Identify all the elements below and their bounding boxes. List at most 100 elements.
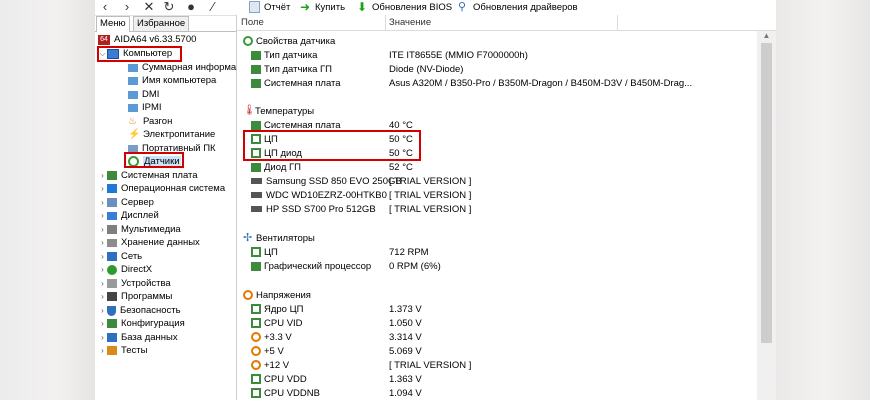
table-row[interactable]: WDC WD10EZRZ-00HTKB0 [ TRIAL VERSION ] — [237, 188, 757, 202]
chevron-right-icon[interactable]: › — [98, 306, 107, 315]
tree-item-tests-label: Тесты — [121, 345, 148, 356]
forward-icon[interactable]: › — [119, 0, 135, 13]
tab-menu[interactable]: Меню — [96, 16, 130, 32]
monitor-icon — [128, 76, 138, 85]
row-value: 40 °C — [389, 119, 413, 131]
tree-item-display-label: Дисплей — [121, 210, 159, 221]
cpu-icon — [251, 318, 261, 328]
row-value: 1.373 V — [389, 303, 422, 315]
tree-item-tests[interactable]: › Тесты — [98, 344, 147, 357]
tree-item-computer-name-label: Имя компьютера — [142, 75, 217, 86]
tree-item-display[interactable]: › Дисплей — [98, 209, 159, 222]
bios-update-button[interactable]: ⬇ Обновления BIOS — [357, 1, 452, 13]
devices-icon — [107, 279, 117, 288]
chevron-right-icon[interactable]: › — [98, 238, 107, 247]
table-row[interactable]: Тип датчика ITE IT8655E (MMIO F7000000h) — [237, 48, 757, 62]
tree-item-programs[interactable]: › Программы — [98, 290, 172, 303]
table-row[interactable]: Системная плата Asus A320M / B350-Pro / … — [237, 76, 757, 90]
tree-item-dmi[interactable]: DMI — [128, 88, 159, 101]
tree-item-summary[interactable]: Суммарная информа — [128, 61, 236, 74]
drivers-update-button[interactable]: ⚲ Обновления драйверов — [458, 1, 578, 13]
row-value: 1.050 V — [389, 317, 422, 329]
section-sensor-props: Свойства датчика — [237, 34, 757, 48]
chevron-right-icon[interactable]: › — [98, 292, 107, 301]
highlight-cpu-temps — [243, 130, 421, 161]
column-value[interactable]: Значение — [385, 15, 431, 30]
tree-item-power[interactable]: ⚡ Электропитание — [128, 128, 215, 141]
chevron-right-icon[interactable]: › — [98, 225, 107, 234]
back-icon[interactable]: ‹ — [97, 0, 113, 13]
tree-item-database[interactable]: › База данных — [98, 331, 177, 344]
tree-item-os[interactable]: › Операционная система — [98, 182, 225, 195]
monitor-icon — [128, 63, 138, 72]
tree-item-server[interactable]: › Сервер — [98, 196, 154, 209]
chevron-right-icon[interactable]: › — [98, 211, 107, 220]
tree-item-computer-name[interactable]: Имя компьютера — [128, 74, 216, 87]
row-field: +3.3 V — [264, 331, 292, 343]
table-row[interactable]: +12 V [ TRIAL VERSION ] — [237, 358, 757, 372]
table-row[interactable]: +5 V 5.069 V — [237, 344, 757, 358]
chevron-right-icon[interactable]: › — [98, 198, 107, 207]
chevron-right-icon[interactable]: › — [98, 184, 107, 193]
row-value: 712 RPM — [389, 246, 429, 258]
tree-item-ipmi[interactable]: IPMI — [128, 101, 162, 114]
table-row[interactable]: CPU VID 1.050 V — [237, 316, 757, 330]
table-row[interactable]: +3.3 V 3.314 V — [237, 330, 757, 344]
table-row[interactable]: Ядро ЦП 1.373 V — [237, 302, 757, 316]
table-row[interactable]: Диод ГП 52 °C — [237, 160, 757, 174]
table-row[interactable]: Графический процессор 0 RPM (6%) — [237, 259, 757, 273]
tab-favorites[interactable]: Избранное — [133, 16, 190, 31]
tree-item-directx[interactable]: › DirectX — [98, 263, 152, 276]
scroll-up-icon[interactable]: ▲ — [757, 31, 776, 41]
tree-item-multimedia[interactable]: › Мультимедиа — [98, 223, 181, 236]
tree-item-storage[interactable]: › Хранение данных — [98, 236, 200, 249]
chevron-right-icon[interactable]: › — [98, 346, 107, 355]
tree-item-network[interactable]: › Сеть — [98, 250, 142, 263]
table-row[interactable]: CPU VDDNB 1.094 V — [237, 386, 757, 400]
tree-item-config[interactable]: › Конфигурация — [98, 317, 185, 330]
table-row[interactable]: HP SSD S700 Pro 512GB [ TRIAL VERSION ] — [237, 202, 757, 216]
column-field[interactable]: Поле — [237, 15, 264, 30]
row-value: 52 °C — [389, 161, 413, 173]
section-title: Напряжения — [256, 289, 311, 301]
table-row[interactable]: ЦП 712 RPM — [237, 245, 757, 259]
table-row[interactable]: CPU VDD 1.363 V — [237, 372, 757, 386]
row-field: +12 V — [264, 359, 290, 371]
scrollbar-thumb[interactable] — [761, 43, 772, 343]
tree-item-motherboard-label: Системная плата — [121, 170, 198, 181]
column-divider[interactable] — [617, 15, 618, 30]
chevron-right-icon[interactable]: › — [98, 171, 107, 180]
close-icon[interactable]: ✕ — [141, 0, 157, 13]
server-icon — [107, 198, 117, 207]
buy-button[interactable]: ➜ Купить — [300, 1, 345, 13]
row-field: Тип датчика — [264, 49, 318, 61]
cpu-icon — [251, 388, 261, 398]
tree-root[interactable]: 64 AIDA64 v6.33.5700 — [98, 33, 196, 46]
tree-item-security-label: Безопасность — [120, 305, 181, 316]
table-row[interactable]: Тип датчика ГП Diode (NV-Diode) — [237, 62, 757, 76]
chevron-right-icon[interactable]: › — [98, 265, 107, 274]
row-field: CPU VDDNB — [264, 387, 320, 399]
row-value: 3.314 V — [389, 331, 422, 343]
tree-item-motherboard[interactable]: › Системная плата — [98, 169, 198, 182]
report-button[interactable]: Отчёт — [249, 1, 290, 13]
nav-tabs: Меню Избранное — [95, 15, 236, 32]
storage-icon — [107, 238, 117, 247]
chevron-right-icon[interactable]: › — [98, 252, 107, 261]
tree-item-power-label: Электропитание — [143, 129, 216, 140]
vertical-scrollbar[interactable]: ▲ — [757, 31, 776, 400]
chevron-right-icon[interactable]: › — [98, 279, 107, 288]
tree-item-overclock[interactable]: ♨ Разгон — [128, 115, 172, 128]
report-icon — [249, 1, 260, 13]
toolbar: ‹ › ✕ ↻ ● ⁄ Отчёт ➜ Купить ⬇ Обновления … — [95, 0, 776, 16]
user-icon[interactable]: ● — [183, 0, 199, 13]
tree-item-devices[interactable]: › Устройства — [98, 277, 171, 290]
flame-icon: ♨ — [128, 115, 137, 127]
refresh-icon[interactable]: ↻ — [161, 0, 177, 13]
chevron-right-icon[interactable]: › — [98, 333, 107, 342]
table-row[interactable]: Samsung SSD 850 EVO 250GB [ TRIAL VERSIO… — [237, 174, 757, 188]
navigation-panel: Меню Избранное 64 AIDA64 v6.33.5700 ⌵ Ко… — [95, 15, 237, 400]
chart-icon[interactable]: ⁄ — [205, 0, 221, 13]
chevron-right-icon[interactable]: › — [98, 319, 107, 328]
tree-item-security[interactable]: › Безопасность — [98, 304, 181, 317]
